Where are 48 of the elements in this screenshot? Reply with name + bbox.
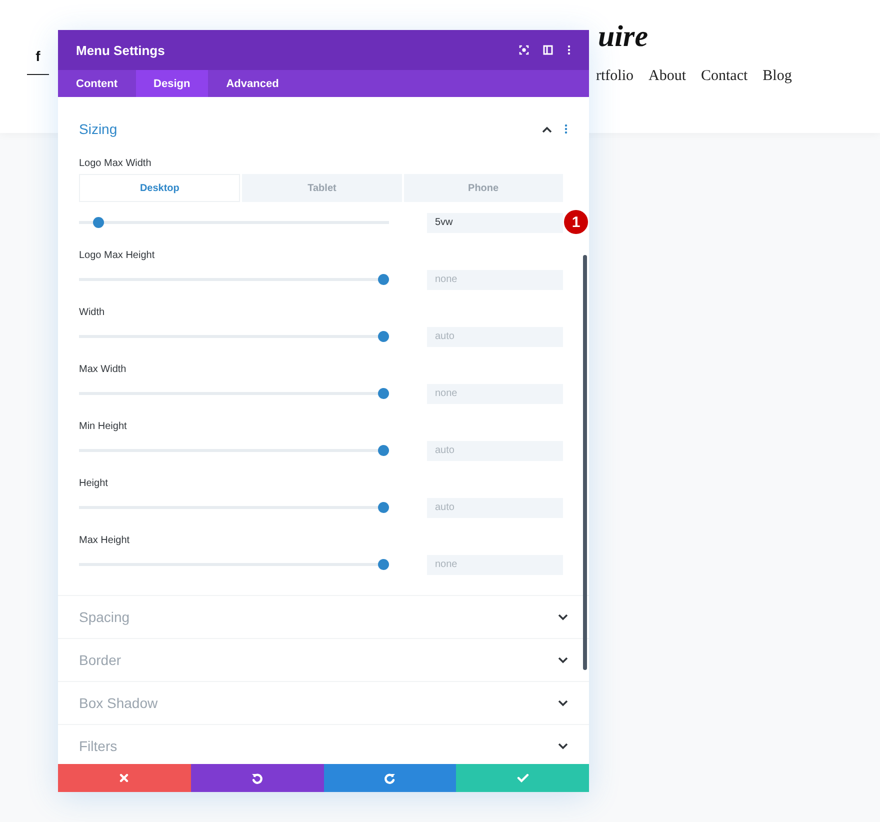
expand-chevron-icon[interactable] bbox=[558, 656, 568, 664]
redo-icon bbox=[384, 772, 396, 784]
nav-link[interactable]: rtfolio bbox=[596, 68, 634, 85]
nav-link[interactable]: About bbox=[648, 68, 686, 85]
slider-thumb[interactable] bbox=[378, 445, 389, 456]
settings-tab[interactable]: Content bbox=[58, 70, 136, 97]
nav-link[interactable]: Contact bbox=[701, 68, 748, 85]
slider-thumb[interactable] bbox=[378, 559, 389, 570]
more-options-icon[interactable] bbox=[567, 45, 571, 55]
slider-thumb[interactable] bbox=[92, 217, 104, 228]
value-field[interactable]: auto bbox=[427, 440, 563, 461]
settings-tab[interactable]: Design bbox=[136, 70, 208, 97]
scrollbar[interactable] bbox=[583, 255, 587, 670]
field-label: Width bbox=[79, 307, 105, 318]
social-link[interactable]: f bbox=[27, 48, 49, 75]
field-label: Min Height bbox=[79, 421, 127, 432]
expand-chevron-icon[interactable] bbox=[558, 700, 568, 706]
window-title: Menu Settings bbox=[76, 42, 166, 58]
more-options-icon[interactable] bbox=[564, 124, 568, 134]
value-field[interactable]: none bbox=[427, 270, 563, 290]
value-field[interactable]: none bbox=[427, 554, 563, 575]
value-field[interactable]: 5vw bbox=[427, 212, 563, 233]
expand-chevron-icon[interactable] bbox=[558, 742, 568, 750]
settings-tab[interactable]: Advanced bbox=[208, 70, 297, 97]
slider-thumb[interactable] bbox=[378, 388, 389, 399]
check-icon bbox=[516, 773, 529, 783]
slider-thumb[interactable] bbox=[378, 331, 389, 342]
slider-thumb[interactable] bbox=[378, 502, 389, 513]
slider-thumb[interactable] bbox=[378, 274, 389, 285]
split-view-icon[interactable] bbox=[543, 45, 553, 55]
close-icon bbox=[119, 773, 130, 783]
field-label: Max Width bbox=[79, 364, 126, 375]
value-field[interactable]: auto bbox=[427, 326, 563, 347]
nav-link[interactable]: Blog bbox=[762, 68, 792, 85]
value-field[interactable]: auto bbox=[427, 498, 563, 518]
undo-icon bbox=[251, 772, 264, 784]
field-label: Height bbox=[79, 478, 108, 489]
field-label: Logo Max Height bbox=[79, 250, 155, 261]
step-badge: 1 bbox=[564, 210, 588, 234]
fullscreen-icon[interactable] bbox=[519, 45, 529, 55]
expand-chevron-icon[interactable] bbox=[558, 614, 568, 620]
collapse-chevron-icon[interactable] bbox=[542, 126, 552, 132]
device-tab[interactable]: Desktop bbox=[79, 174, 240, 202]
section-title[interactable]: Sizing bbox=[79, 121, 542, 137]
value-field[interactable]: none bbox=[427, 384, 563, 404]
site-logo[interactable]: uire bbox=[598, 20, 648, 54]
field-label: Logo Max Width bbox=[79, 158, 152, 169]
field-label: Max Height bbox=[79, 535, 130, 546]
